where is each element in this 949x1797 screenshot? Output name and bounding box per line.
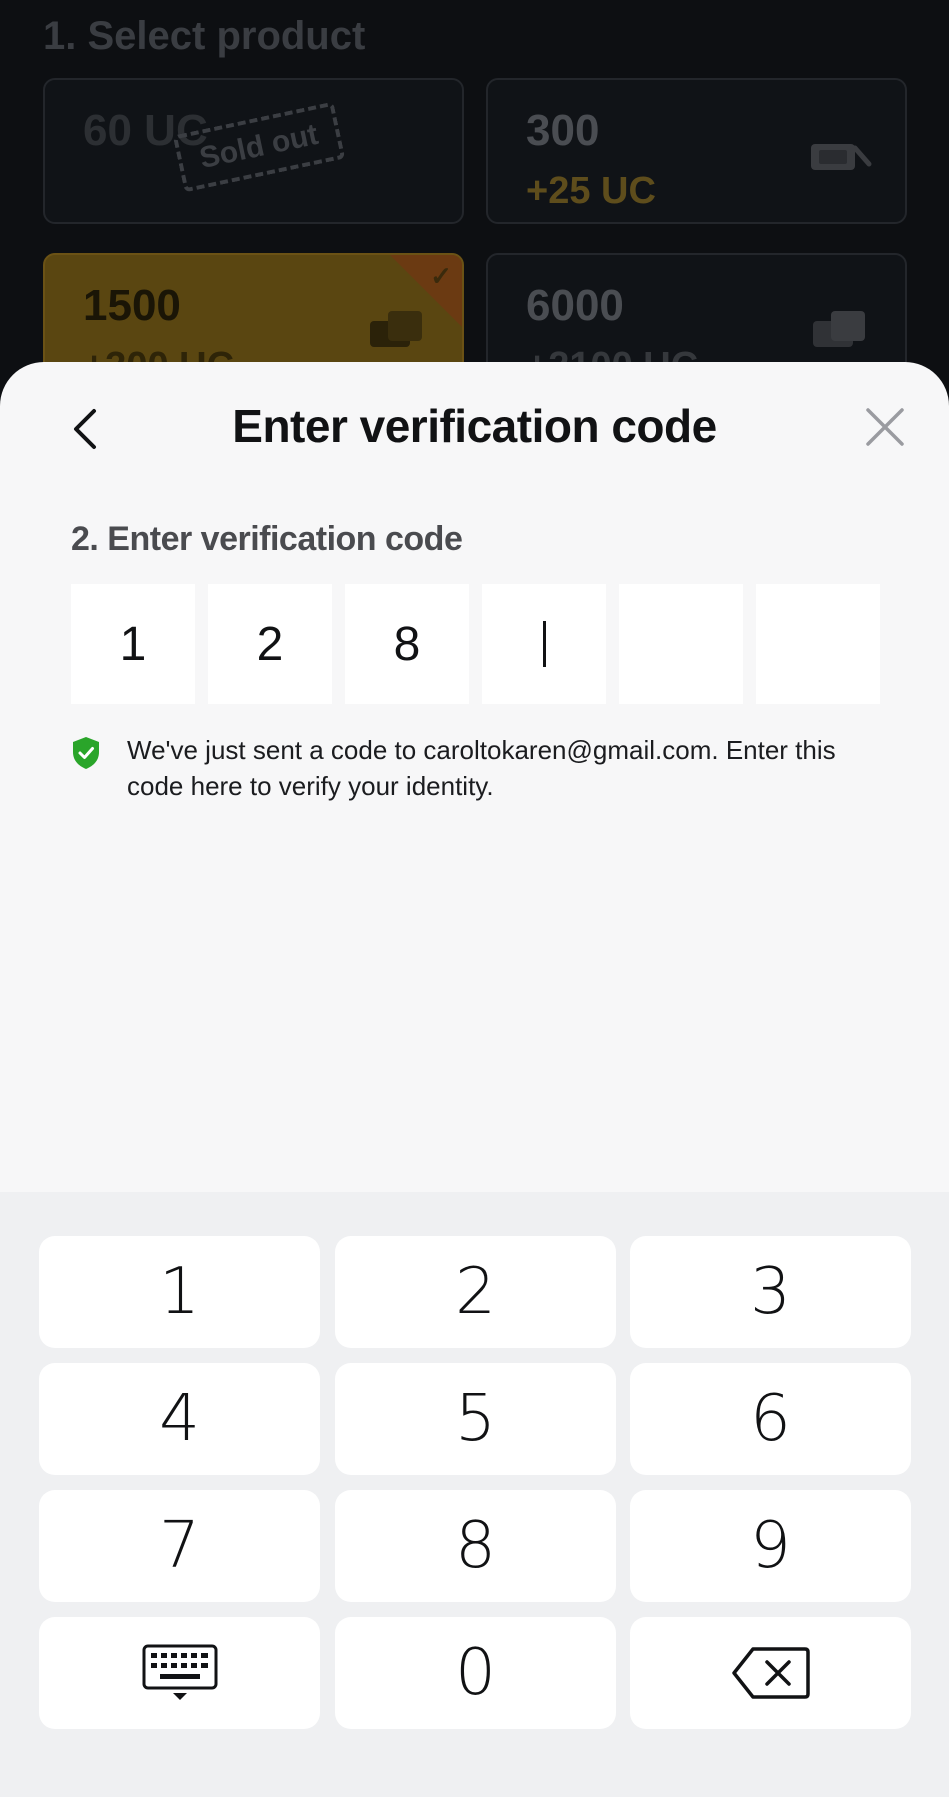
code-digit-box[interactable] [619,584,743,704]
code-input[interactable]: 1 2 8 [71,584,880,704]
notice-text: We've just sent a code to caroltokaren@g… [127,735,836,801]
keyboard-icon [142,1644,217,1700]
code-digit-box[interactable]: 2 [208,584,332,704]
key-0[interactable]: 0 [335,1617,616,1729]
code-digit-box[interactable]: 8 [345,584,469,704]
key-2[interactable]: 2 [335,1236,616,1348]
keyboard-switch-button[interactable] [39,1617,320,1729]
numeric-keypad: 1 2 3 4 5 6 7 8 9 0 [0,1192,949,1797]
verification-sheet: Enter verification code 2. Enter verific… [0,362,949,1797]
close-icon [866,408,904,446]
background-page: 1. Select product 60 UC Sold out 300 +25… [0,0,949,420]
product-card-300[interactable]: 300 +25 UC [486,78,907,224]
uc-coin-stack-icon [370,311,422,347]
product-card-60: 60 UC Sold out [43,78,464,224]
backspace-button[interactable] [630,1617,911,1729]
key-8[interactable]: 8 [335,1490,616,1602]
product-amount: 1500 [83,281,181,330]
backspace-icon [731,1647,810,1699]
product-amount: 300 [526,106,600,155]
key-6[interactable]: 6 [630,1363,911,1475]
section-title: 1. Select product [43,14,366,58]
code-digit-box[interactable] [756,584,880,704]
key-4[interactable]: 4 [39,1363,320,1475]
step-label: 2. Enter verification code [71,520,463,558]
uc-coin-stack-icon [813,311,865,347]
verification-notice: We've just sent a code to caroltokaren@g… [71,732,891,804]
text-caret [542,621,546,667]
product-bonus: +25 UC [526,170,656,212]
code-digit-box-active[interactable] [482,584,606,704]
close-button[interactable] [860,402,910,452]
page-title: Enter verification code [232,400,717,452]
check-icon: ✓ [430,261,452,291]
key-1[interactable]: 1 [39,1236,320,1348]
shield-check-icon [73,737,99,769]
key-3[interactable]: 3 [630,1236,911,1348]
key-7[interactable]: 7 [39,1490,320,1602]
key-9[interactable]: 9 [630,1490,911,1602]
uc-coin-icon [811,144,872,170]
product-amount: 6000 [526,281,624,330]
code-digit-box[interactable]: 1 [71,584,195,704]
key-5[interactable]: 5 [335,1363,616,1475]
